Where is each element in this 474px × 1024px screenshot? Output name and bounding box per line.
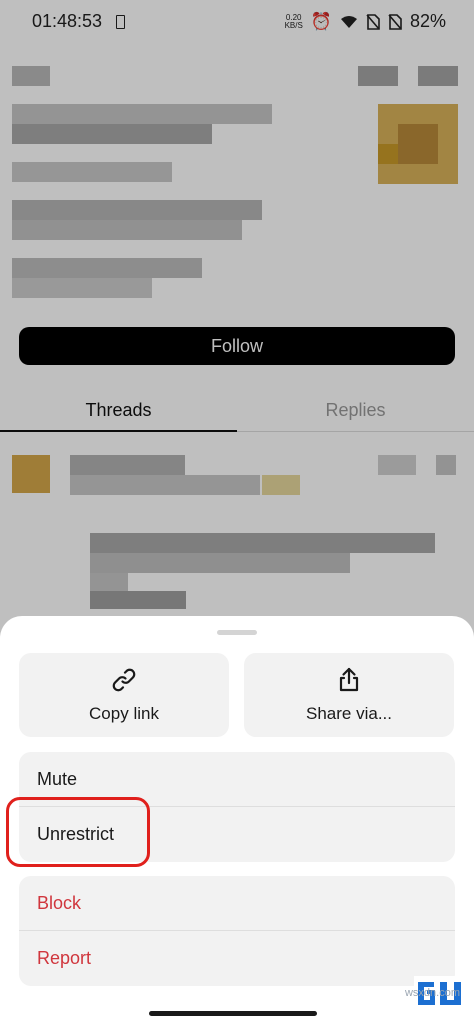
link-icon xyxy=(112,668,136,692)
unrestrict-highlight-annotation xyxy=(6,797,150,867)
report-option[interactable]: Report xyxy=(19,931,455,986)
share-via-button[interactable]: Share via... xyxy=(244,653,454,737)
block-label: Block xyxy=(37,893,82,913)
mute-label: Mute xyxy=(37,769,78,789)
danger-options-group: Block Report xyxy=(19,876,455,986)
sheet-drag-handle[interactable] xyxy=(217,630,257,635)
share-icon xyxy=(339,667,359,692)
watermark-text: wsxdn.com xyxy=(404,987,460,999)
copy-link-label: Copy link xyxy=(89,704,159,723)
gesture-nav-bar[interactable] xyxy=(149,1011,317,1016)
block-option[interactable]: Block xyxy=(19,876,455,931)
report-label: Report xyxy=(37,948,92,968)
share-via-label: Share via... xyxy=(306,704,392,723)
copy-link-button[interactable]: Copy link xyxy=(19,653,229,737)
